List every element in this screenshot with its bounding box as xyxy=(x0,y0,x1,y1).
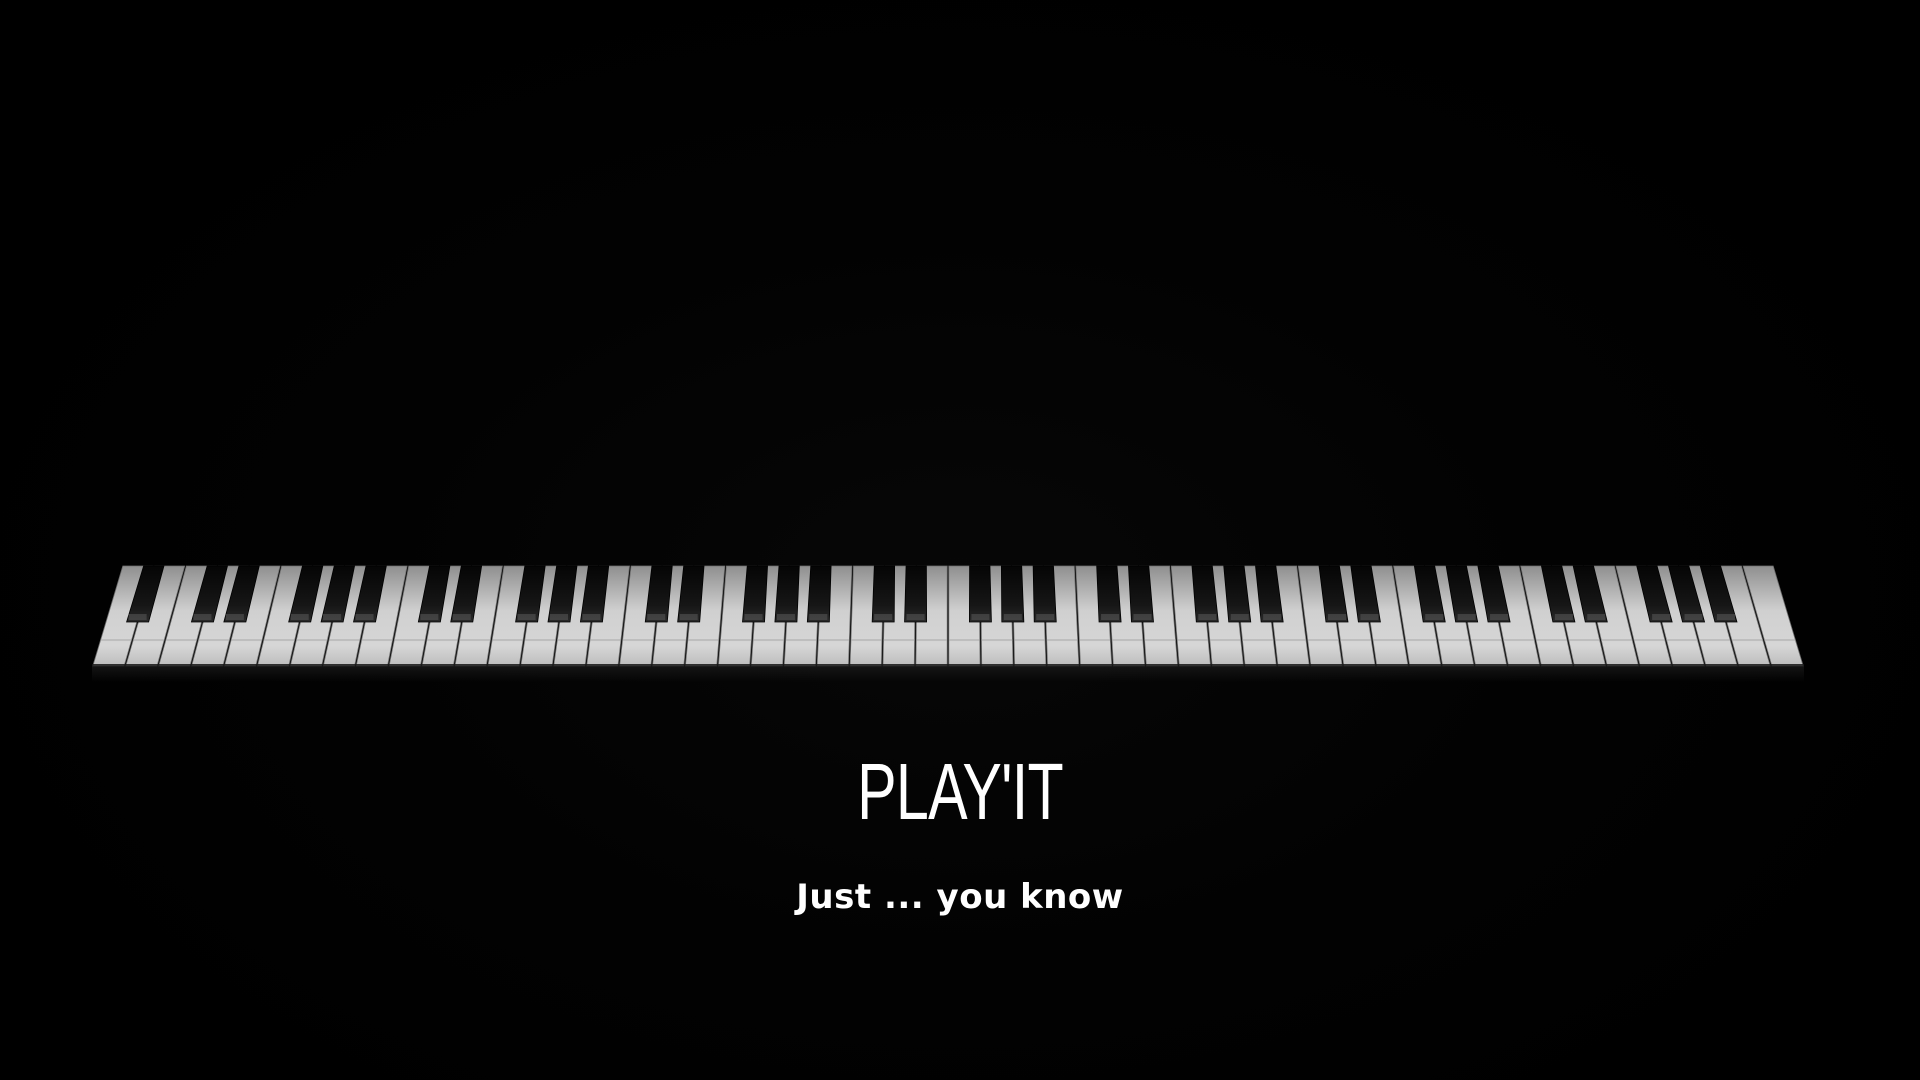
black-key-highlight xyxy=(1457,614,1476,620)
black-key xyxy=(1096,565,1122,623)
black-key-highlight xyxy=(1230,614,1249,620)
black-key xyxy=(904,565,928,623)
black-key-highlight xyxy=(517,614,536,620)
black-key-highlight xyxy=(1490,614,1509,620)
black-key-highlight xyxy=(452,614,471,620)
black-key-highlight xyxy=(1263,614,1282,620)
black-key-highlight xyxy=(1425,614,1444,620)
black-key-highlight xyxy=(874,614,893,620)
black-key xyxy=(1128,565,1154,623)
black-key-highlight xyxy=(809,614,828,620)
black-key-highlight xyxy=(225,614,244,620)
black-key-highlight xyxy=(744,614,763,620)
black-key-highlight xyxy=(420,614,439,620)
black-key-highlight xyxy=(1652,614,1671,620)
black-key-highlight xyxy=(1036,614,1055,620)
black-key-highlight xyxy=(128,614,147,620)
black-key xyxy=(1032,565,1057,623)
black-key-highlight xyxy=(647,614,666,620)
black-key-highlight xyxy=(290,614,309,620)
black-key-highlight xyxy=(1101,614,1120,620)
page-subtitle: Just ... you know xyxy=(796,877,1124,917)
black-key-highlight xyxy=(1003,614,1022,620)
keyboard-shadow xyxy=(92,664,1804,682)
black-key-highlight xyxy=(1587,614,1606,620)
black-key-highlight xyxy=(549,614,569,620)
black-key-highlight xyxy=(1360,614,1379,620)
black-key-highlight xyxy=(355,614,374,620)
black-key xyxy=(871,565,896,623)
hero-screen: PLAY'IT Just ... you know xyxy=(0,0,1920,1080)
black-key-highlight xyxy=(1327,614,1347,620)
black-key xyxy=(968,565,992,623)
piano-keyboard xyxy=(92,560,1804,682)
black-key-highlight xyxy=(679,614,698,620)
black-key xyxy=(742,565,768,623)
page-title: PLAY'IT xyxy=(857,747,1063,836)
black-key-highlight xyxy=(906,614,925,620)
black-key-highlight xyxy=(776,614,795,620)
black-key xyxy=(806,565,832,623)
black-key-highlight xyxy=(193,614,212,620)
black-key-highlight xyxy=(1554,614,1573,620)
black-key-highlight xyxy=(971,614,990,620)
black-key-highlight xyxy=(1716,614,1735,620)
black-key xyxy=(1000,565,1025,623)
black-key-highlight xyxy=(1684,614,1703,620)
black-key-highlight xyxy=(1133,614,1152,620)
black-key-highlight xyxy=(582,614,601,620)
black-key-highlight xyxy=(1198,614,1217,620)
piano-keyboard-image xyxy=(92,565,1804,667)
black-key xyxy=(774,565,800,623)
black-key-highlight xyxy=(323,614,342,620)
